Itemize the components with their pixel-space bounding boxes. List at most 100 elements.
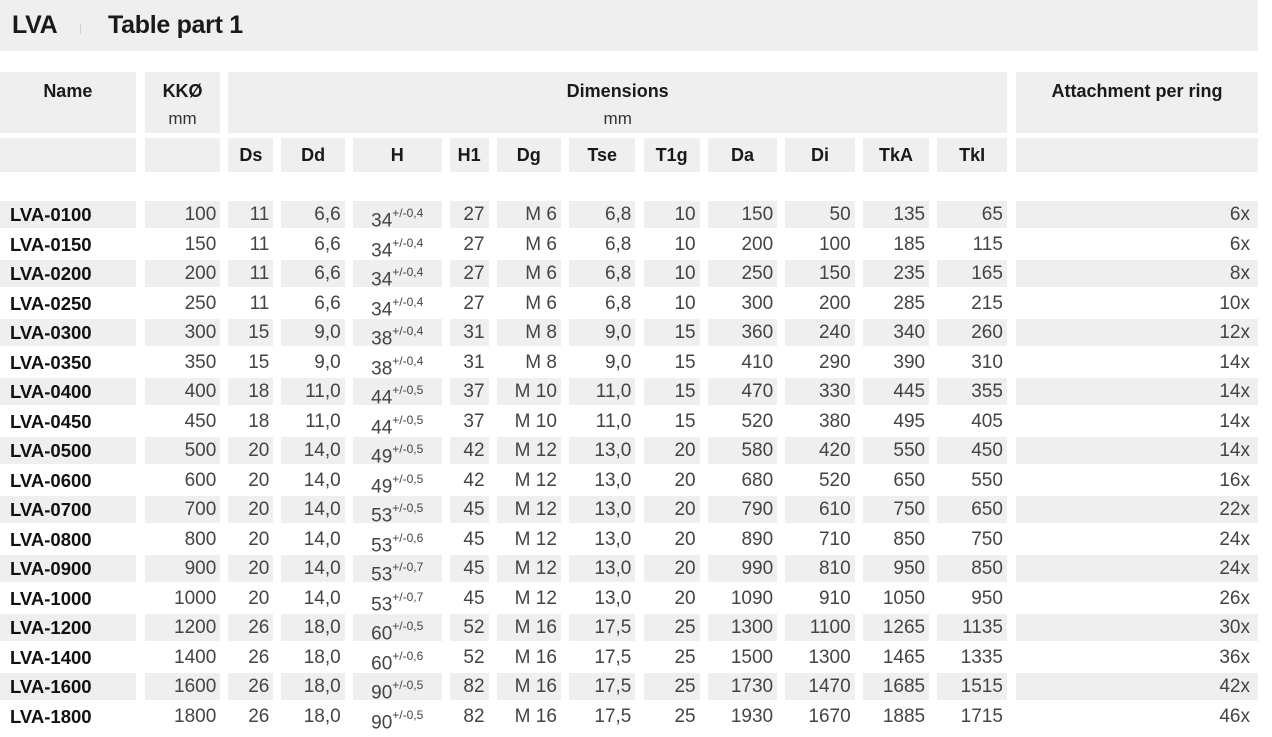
cell-h-tolerance: +/-0,4 [392, 353, 424, 368]
cell-h1: 45 [463, 587, 485, 609]
cell-h: 53+/-0,6 [353, 526, 442, 556]
cell-attachment: 14x [1016, 437, 1258, 465]
cell-h-tolerance: +/-0,4 [392, 206, 424, 221]
cell-h1: 45 [449, 555, 489, 583]
cell-h-value: 49 [371, 446, 393, 468]
cell-t1g: 10 [643, 260, 700, 288]
cell-t1g: 10 [674, 233, 696, 255]
cell-di: 1470 [785, 673, 855, 701]
cell-dg: M 16 [514, 646, 557, 668]
cell-h: 60+/-0,6 [353, 644, 442, 674]
cell-t1g: 10 [674, 292, 696, 314]
series-title: LVA [12, 11, 58, 39]
cell-dg: M 12 [496, 437, 561, 465]
cell-da: 520 [741, 410, 774, 432]
cell-dg: M 16 [496, 673, 561, 701]
cell-kk: 1600 [144, 673, 221, 701]
cell-attachment: 14x [1016, 378, 1258, 406]
cell-name: LVA-1200 [0, 614, 136, 642]
title-bar: LVA Table part 1 [0, 0, 1258, 51]
col-header-t1g: T1g [643, 138, 700, 172]
cell-name: LVA-0150 [10, 233, 92, 255]
cell-t1g: 15 [674, 351, 696, 373]
cell-tka: 445 [862, 378, 930, 406]
cell-h-value: 53 [371, 505, 393, 527]
cell-dg: M 12 [496, 555, 561, 583]
table-row: LVA-1800 1800 26 18,0 90+/-0,5 82 M 16 17,5 25 19… [0, 702, 1258, 733]
cell-da: 1730 [707, 673, 778, 701]
cell-ds: 11 [228, 260, 274, 288]
table-row: LVA-0600 600 20 14,0 49+/-0,5 42 M 12 13,0 20 680… [0, 466, 1258, 497]
cell-h-tolerance: +/-0,5 [392, 442, 424, 457]
cell-dg: M 12 [514, 528, 557, 550]
cell-tse: 17,5 [594, 705, 632, 727]
cell-tse: 13,0 [594, 469, 632, 491]
cell-di: 910 [818, 587, 851, 609]
cell-attachment: 16x [1219, 469, 1250, 491]
col-header-h1: H1 [449, 138, 489, 172]
cell-tka: 550 [862, 437, 930, 465]
dimensions-table: Name KKØ mm Dimensions mm Attachment per r… [0, 72, 1258, 733]
cell-h-value: 44 [371, 387, 393, 409]
cell-ds: 26 [248, 705, 270, 727]
cell-h1: 27 [463, 233, 485, 255]
cell-attachment: 22x [1016, 496, 1258, 524]
table-row: LVA-1200 1200 26 18,0 60+/-0,5 52 M 16 17,5 25 13… [0, 613, 1258, 645]
table-row: LVA-1400 1400 26 18,0 60+/-0,6 52 M 16 17,5 25 15… [0, 643, 1258, 674]
col-header-tka: TkA [862, 138, 930, 172]
cell-dd: 14,0 [281, 437, 345, 465]
cell-tse: 6,8 [604, 292, 632, 314]
cell-dg: M 16 [514, 705, 557, 727]
cell-tse: 6,8 [604, 233, 632, 255]
cell-tse: 6,8 [569, 201, 636, 229]
cell-name: LVA-1400 [10, 646, 92, 668]
table-row: LVA-1000 1000 20 14,0 53+/-0,7 45 M 12 13,0 20 10… [0, 584, 1258, 615]
cell-name: LVA-0250 [10, 292, 92, 314]
cell-tse: 9,0 [604, 351, 632, 373]
cell-name: LVA-0350 [10, 351, 92, 373]
cell-tka: 1685 [862, 673, 930, 701]
cell-tki: 405 [971, 410, 1003, 432]
cell-tka: 1465 [882, 646, 926, 668]
table-row: LVA-0100 100 11 6,6 34+/-0,4 27 M 6 6,8 10 150 50 1… [0, 200, 1258, 232]
cell-tka: 650 [893, 469, 926, 491]
table-subtitle: Table part 1 [108, 11, 243, 39]
cell-tka: 340 [862, 319, 930, 347]
cell-name: LVA-1600 [0, 673, 136, 701]
cell-tse: 13,0 [569, 496, 636, 524]
cell-di: 610 [785, 496, 855, 524]
cell-tki: 650 [937, 496, 1007, 524]
cell-di: 520 [818, 469, 851, 491]
cell-di: 1670 [808, 705, 851, 727]
cell-h-value: 38 [371, 328, 393, 350]
cell-h1: 52 [463, 646, 485, 668]
cell-dd: 9,0 [314, 351, 341, 373]
cell-tki: 450 [937, 437, 1007, 465]
header-kk: KKØ [162, 81, 203, 101]
cell-kk: 150 [184, 233, 217, 255]
cell-kk: 350 [184, 351, 217, 373]
cell-ds: 15 [248, 351, 270, 373]
cell-h1: 31 [463, 351, 485, 373]
cell-h: 49+/-0,5 [353, 467, 442, 497]
table-row: LVA-1600 1600 26 18,0 90+/-0,5 82 M 16 17,5 25 17… [0, 672, 1258, 704]
cell-da: 890 [741, 528, 774, 550]
cell-ds: 20 [228, 437, 274, 465]
cell-tki: 260 [937, 319, 1007, 347]
cell-h: 53+/-0,7 [353, 585, 442, 615]
cell-h: 34+/-0,4 [352, 260, 442, 291]
cell-tki: 1715 [960, 705, 1003, 727]
cell-kk: 1800 [174, 705, 217, 727]
cell-h: 38+/-0,4 [353, 349, 442, 379]
cell-ds: 26 [248, 646, 270, 668]
cell-t1g: 25 [643, 673, 700, 701]
cell-tse: 17,5 [569, 614, 636, 642]
cell-h-tolerance: +/-0,5 [392, 707, 424, 722]
cell-h: 44+/-0,5 [353, 408, 442, 438]
cell-tka: 750 [862, 496, 930, 524]
cell-attachment: 12x [1016, 319, 1258, 347]
col-header-dg: Dg [496, 138, 561, 172]
cell-kk: 100 [144, 201, 221, 229]
cell-kk: 900 [144, 555, 221, 583]
cell-dg: M 10 [514, 410, 557, 432]
